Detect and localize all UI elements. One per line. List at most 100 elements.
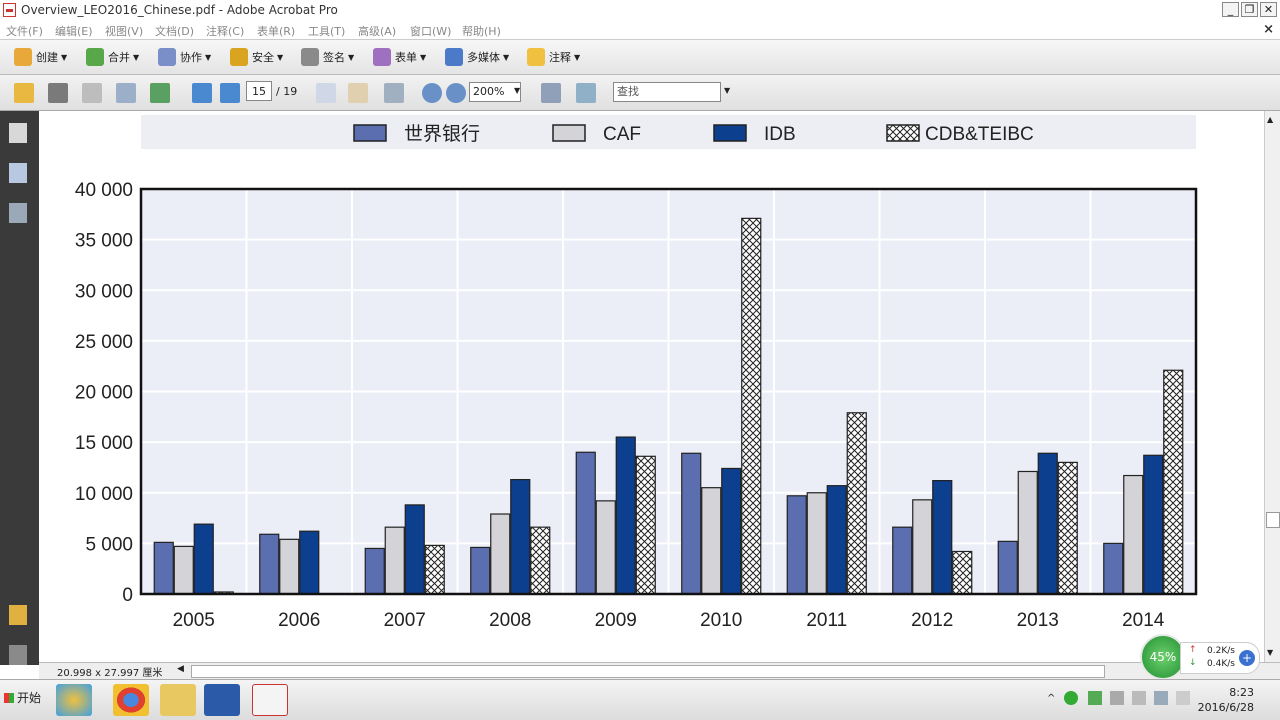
navigation-pane [0, 111, 39, 665]
comment-icon [527, 48, 545, 66]
legend-swatch [353, 124, 387, 142]
menu-advanced[interactable]: 高级(A) [358, 23, 396, 39]
find-input[interactable]: 查找 [613, 82, 721, 102]
email-icon[interactable] [116, 83, 136, 103]
pen-icon [301, 48, 319, 66]
x-tick-label: 2005 [173, 610, 215, 631]
start-button[interactable]: 开始 [4, 689, 41, 706]
zoom-in-icon[interactable] [446, 83, 466, 103]
vertical-scrollbar[interactable]: ▲ ▼ [1264, 111, 1280, 662]
horizontal-scrollbar[interactable] [191, 665, 1105, 678]
fit-width-icon[interactable] [541, 83, 561, 103]
zoom-tool-icon[interactable] [384, 83, 404, 103]
windows-logo-icon [4, 692, 14, 703]
network-icon[interactable] [1154, 691, 1168, 705]
y-tick-label: 0 [122, 585, 133, 606]
chrome-icon[interactable] [113, 684, 149, 716]
bar [1163, 369, 1184, 595]
bookmarks-icon[interactable] [9, 163, 27, 183]
x-tick-label: 2006 [278, 610, 320, 631]
bar [595, 500, 616, 595]
prev-page-icon[interactable] [192, 83, 212, 103]
zoom-dropdown-icon[interactable]: ▼ [514, 86, 520, 95]
globe-icon[interactable] [150, 83, 170, 103]
tray-expand-icon[interactable]: ^ [1047, 693, 1055, 704]
bar [490, 513, 511, 595]
network-speed-widget[interactable]: 45% ↑ 0.2K/s ↓ 0.4K/s + [1140, 634, 1260, 680]
legend-swatch [713, 124, 747, 142]
secure-button[interactable]: 安全 ▼ [230, 47, 283, 67]
app-360-icon[interactable] [56, 684, 92, 716]
save-icon[interactable] [82, 83, 102, 103]
print-icon[interactable] [48, 83, 68, 103]
select-tool-icon[interactable] [316, 83, 336, 103]
comment-button[interactable]: 注释 ▼ [527, 47, 580, 67]
download-speed: 0.4K/s [1207, 659, 1235, 669]
bar [786, 495, 807, 595]
menu-file[interactable]: 文件(F) [6, 23, 43, 39]
menu-document[interactable]: 文档(D) [155, 23, 194, 39]
x-tick-label: 2009 [595, 610, 637, 631]
volume-icon[interactable] [1132, 691, 1146, 705]
menu-view[interactable]: 视图(V) [105, 23, 143, 39]
y-tick-label: 30 000 [75, 281, 133, 302]
find-dropdown-icon[interactable]: ▼ [724, 86, 730, 95]
attachments-icon[interactable] [9, 645, 27, 665]
create-button[interactable]: 创建 ▼ [14, 47, 67, 67]
bar [193, 523, 214, 595]
scroll-up-icon[interactable]: ▲ [1267, 115, 1273, 124]
multimedia-button[interactable]: 多媒体 ▼ [445, 47, 509, 67]
menu-bar: 文件(F) 编辑(E) 视图(V) 文档(D) 注释(C) 表单(R) 工具(T… [0, 20, 1280, 40]
close-button[interactable]: ✕ [1260, 2, 1277, 17]
signatures-icon[interactable] [9, 203, 27, 223]
explorer-folder-icon[interactable] [160, 684, 196, 716]
scroll-thumb[interactable] [1266, 512, 1280, 528]
word-icon[interactable] [204, 684, 240, 716]
pages-icon[interactable] [9, 123, 27, 143]
menu-forms[interactable]: 表单(R) [257, 23, 295, 39]
menu-tools[interactable]: 工具(T) [308, 23, 345, 39]
legend-label: CDB&TEIBC [925, 124, 1034, 145]
sign-button[interactable]: 签名 ▼ [301, 47, 354, 67]
menu-help[interactable]: 帮助(H) [462, 23, 501, 39]
hand-tool-icon[interactable] [348, 83, 368, 103]
create-icon [14, 48, 32, 66]
minimize-button[interactable]: _ [1222, 2, 1239, 17]
plus-icon[interactable]: + [1239, 650, 1255, 666]
tray-device-icon[interactable] [1110, 691, 1124, 705]
y-tick-label: 5 000 [85, 534, 133, 555]
menu-comments[interactable]: 注释(C) [206, 23, 244, 39]
bar [424, 544, 445, 595]
fit-page-icon[interactable] [576, 83, 596, 103]
combine-button[interactable]: 合并 ▼ [86, 47, 139, 67]
combine-icon [86, 48, 104, 66]
menu-window[interactable]: 窗口(W) [410, 23, 451, 39]
close-document-icon[interactable]: × [1263, 22, 1274, 37]
tray-shield-icon[interactable] [1088, 691, 1102, 705]
bar [701, 487, 722, 595]
page-number-input[interactable]: 15 [246, 81, 272, 101]
task-toolbar: 创建 ▼ 合并 ▼ 协作 ▼ 安全 ▼ 签名 ▼ 表单 ▼ 多媒体 ▼ 注释 ▼ [0, 40, 1280, 75]
bar [1123, 474, 1144, 595]
zoom-out-icon[interactable] [422, 83, 442, 103]
collaborate-button[interactable]: 协作 ▼ [158, 47, 211, 67]
menu-edit[interactable]: 编辑(E) [55, 23, 93, 39]
document-view[interactable]: 世界银行 CAF IDB CDB&TEIBC 0 5 000 10 000 15 000 20… [39, 111, 1264, 662]
action-center-flag-icon[interactable] [1176, 691, 1190, 705]
multimedia-icon [445, 48, 463, 66]
bar [364, 547, 385, 595]
y-tick-label: 25 000 [75, 332, 133, 353]
tray-360-icon[interactable] [1064, 691, 1078, 705]
collaborate-icon [158, 48, 176, 66]
system-clock[interactable]: 8:23 2016/6/28 [1198, 685, 1254, 715]
open-folder-icon[interactable] [14, 83, 34, 103]
network-panel: ↑ 0.2K/s ↓ 0.4K/s + [1180, 642, 1260, 674]
forms-button[interactable]: 表单 ▼ [373, 47, 426, 67]
scroll-down-icon[interactable]: ▼ [1267, 648, 1273, 657]
hscroll-left-icon[interactable]: ◀ [177, 664, 184, 674]
restore-button[interactable]: ❐ [1241, 2, 1258, 17]
x-tick-label: 2007 [384, 610, 426, 631]
comments-panel-icon[interactable] [9, 605, 27, 625]
next-page-icon[interactable] [220, 83, 240, 103]
acrobat-icon[interactable] [252, 684, 288, 716]
